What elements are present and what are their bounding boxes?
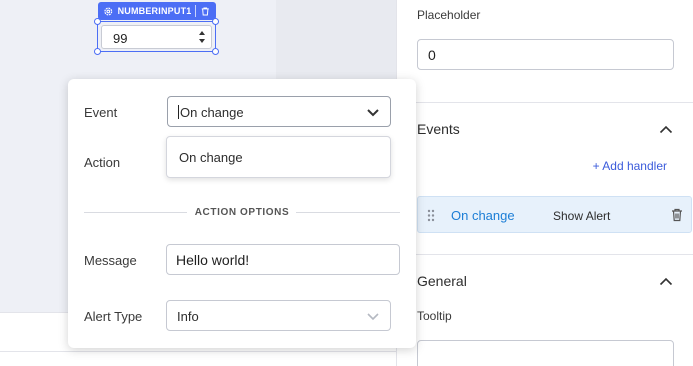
action-label: Action [84, 155, 121, 170]
chevron-down-icon[interactable] [366, 311, 380, 321]
trash-icon[interactable] [200, 6, 211, 17]
alert-type-label: Alert Type [84, 309, 143, 324]
events-section-title[interactable]: Events [417, 121, 460, 137]
spinner-arrows-icon[interactable] [197, 28, 207, 46]
number-input-field[interactable]: 99 [101, 25, 212, 49]
message-label: Message [84, 253, 137, 268]
resize-handle-bottom-left[interactable] [94, 48, 101, 55]
number-input-widget[interactable]: 99 [97, 21, 216, 52]
placeholder-value: 0 [428, 47, 436, 63]
divider [0, 351, 396, 352]
text-caret [178, 105, 179, 119]
properties-panel: Placeholder 0 Events + Add handler On ch… [396, 0, 693, 366]
chevron-up-icon[interactable] [659, 277, 673, 286]
handler-event: On change [451, 208, 515, 223]
divider [397, 254, 693, 255]
divider [296, 212, 400, 213]
dropdown-option-on-change[interactable]: On change [179, 150, 243, 165]
divider [397, 102, 693, 103]
tooltip-label: Tooltip [417, 309, 452, 323]
event-select[interactable]: On change [167, 96, 391, 127]
event-handler-row[interactable]: On change Show Alert [417, 196, 692, 233]
alert-type-value: Info [177, 309, 199, 324]
drag-handle-icon[interactable] [427, 209, 435, 222]
resize-handle-bottom-right[interactable] [212, 48, 219, 55]
resize-handle-top-left[interactable] [94, 18, 101, 25]
handler-action: Show Alert [553, 209, 611, 223]
event-select-text: On change [180, 105, 244, 120]
message-input[interactable]: Hello world! [166, 244, 400, 275]
resize-handle-top-right[interactable] [212, 18, 219, 25]
placeholder-input[interactable]: 0 [417, 39, 674, 70]
gear-icon[interactable] [103, 6, 114, 17]
placeholder-label: Placeholder [417, 8, 481, 22]
alert-type-select[interactable]: Info [166, 300, 391, 331]
chevron-down-icon[interactable] [366, 107, 380, 117]
toolbar-separator [195, 5, 197, 17]
event-label: Event [84, 105, 118, 120]
message-value: Hello world! [176, 252, 250, 268]
chevron-up-icon[interactable] [659, 125, 673, 134]
widget-toolbar[interactable]: NUMBERINPUT1 [98, 2, 216, 20]
event-handler-popover: Event On change Action On change ACTION … [68, 79, 416, 348]
number-input-value: 99 [113, 31, 128, 46]
event-dropdown-menu: On change [166, 136, 391, 178]
widget-name: NUMBERINPUT1 [117, 6, 192, 16]
add-handler-button[interactable]: + Add handler [593, 159, 667, 173]
event-select-value: On change [178, 105, 244, 120]
general-section-title[interactable]: General [417, 273, 467, 289]
trash-icon[interactable] [671, 208, 683, 222]
tooltip-input[interactable] [417, 340, 674, 366]
